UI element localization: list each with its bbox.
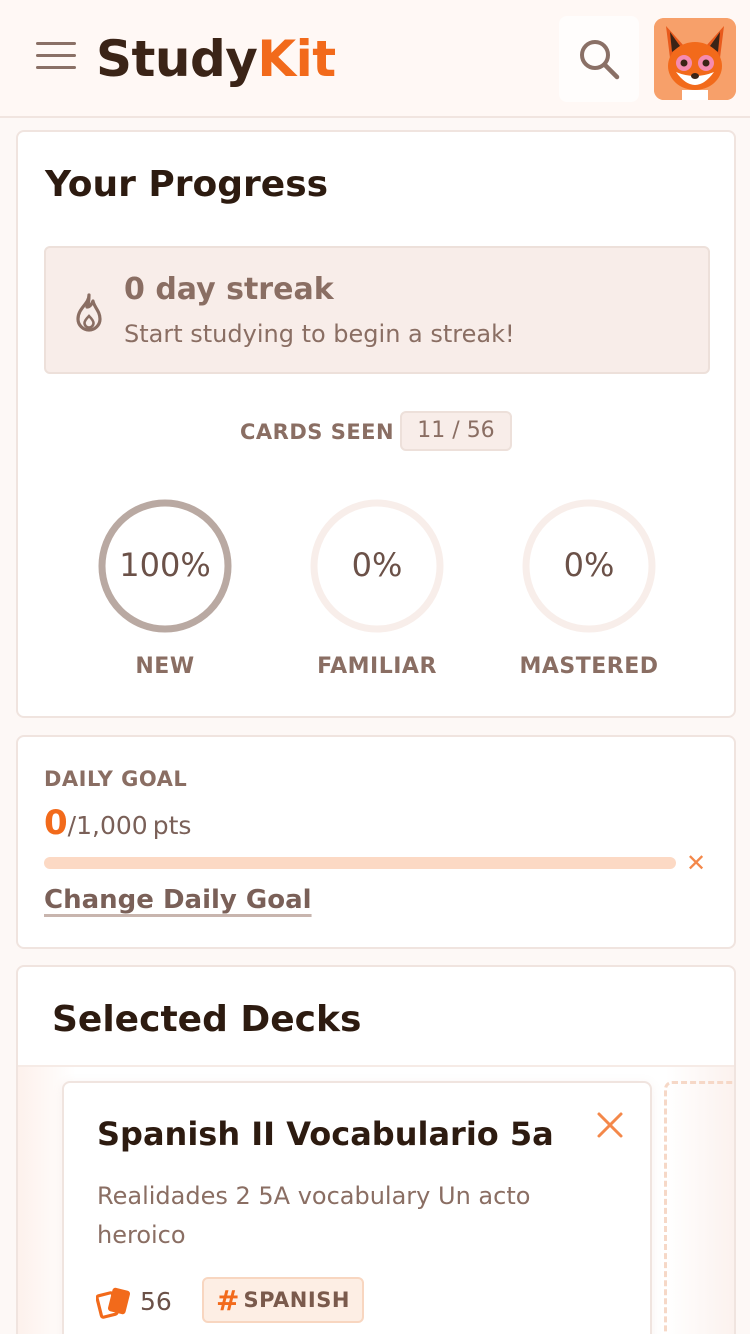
goal-unit: pts bbox=[152, 811, 192, 840]
ring-value: 100% bbox=[119, 546, 211, 584]
search-button[interactable] bbox=[559, 16, 639, 102]
goal-current: 0 bbox=[44, 803, 68, 843]
goal-target: /1,000 bbox=[67, 811, 148, 840]
selected-decks-title: Selected Decks bbox=[52, 999, 362, 1040]
add-deck-placeholder[interactable] bbox=[664, 1081, 734, 1334]
selected-decks-card: Selected Decks Spanish II Vocabulario 5a… bbox=[16, 965, 736, 1334]
deck-tag-label: SPANISH bbox=[243, 1288, 350, 1312]
deck-tag[interactable]: # SPANISH bbox=[202, 1277, 364, 1323]
ring-familiar: 0% FAMILIAR bbox=[307, 496, 447, 686]
cards-seen-label: CARDS SEEN bbox=[240, 420, 395, 444]
streak-title: 0 day streak bbox=[124, 272, 334, 307]
daily-goal-card: DAILY GOAL 0/1,000 pts ✕ Change Daily Go… bbox=[16, 735, 736, 949]
ring-label: MASTERED bbox=[519, 654, 659, 679]
user-avatar[interactable] bbox=[654, 18, 736, 100]
deck-card-count: 56 bbox=[140, 1287, 172, 1316]
app-logo[interactable]: StudyKit bbox=[96, 30, 336, 88]
ring-label: FAMILIAR bbox=[317, 654, 437, 679]
streak-subtitle: Start studying to begin a streak! bbox=[124, 320, 515, 348]
ring-label: NEW bbox=[135, 654, 195, 679]
streak-box: 0 day streak Start studying to begin a s… bbox=[44, 246, 710, 374]
ring-value: 0% bbox=[563, 546, 615, 584]
daily-goal-points: 0/1,000 pts bbox=[44, 803, 191, 843]
decks-carousel[interactable]: Spanish II Vocabulario 5a Realidades 2 5… bbox=[18, 1065, 734, 1334]
logo-study: Study bbox=[96, 30, 258, 88]
change-daily-goal-link[interactable]: Change Daily Goal bbox=[44, 885, 312, 915]
close-icon[interactable] bbox=[590, 1105, 630, 1145]
fox-avatar-icon bbox=[654, 18, 736, 100]
logo-kit: Kit bbox=[257, 30, 336, 88]
deck-description: Realidades 2 5A vocabulary Un acto heroi… bbox=[97, 1182, 531, 1249]
cards-icon bbox=[96, 1287, 130, 1319]
hamburger-menu-icon[interactable] bbox=[36, 42, 76, 74]
daily-goal-label: DAILY GOAL bbox=[44, 767, 188, 791]
app-header: StudyKit bbox=[0, 0, 750, 118]
close-icon[interactable]: ✕ bbox=[686, 849, 706, 877]
search-icon bbox=[580, 40, 620, 80]
cards-seen-count: 11 / 56 bbox=[400, 411, 512, 451]
flame-icon bbox=[76, 293, 102, 332]
ring-mastered: 0% MASTERED bbox=[519, 496, 659, 686]
deck-title: Spanish II Vocabulario 5a bbox=[97, 1115, 554, 1153]
hash-icon: # bbox=[216, 1283, 240, 1317]
progress-card: Your Progress 0 day streak Start studyin… bbox=[16, 130, 736, 718]
ring-value: 0% bbox=[351, 546, 403, 584]
ring-new: 100% NEW bbox=[95, 496, 235, 686]
deck-card[interactable]: Spanish II Vocabulario 5a Realidades 2 5… bbox=[62, 1081, 652, 1334]
progress-title: Your Progress bbox=[45, 164, 329, 205]
daily-goal-progress-bar bbox=[44, 857, 676, 869]
